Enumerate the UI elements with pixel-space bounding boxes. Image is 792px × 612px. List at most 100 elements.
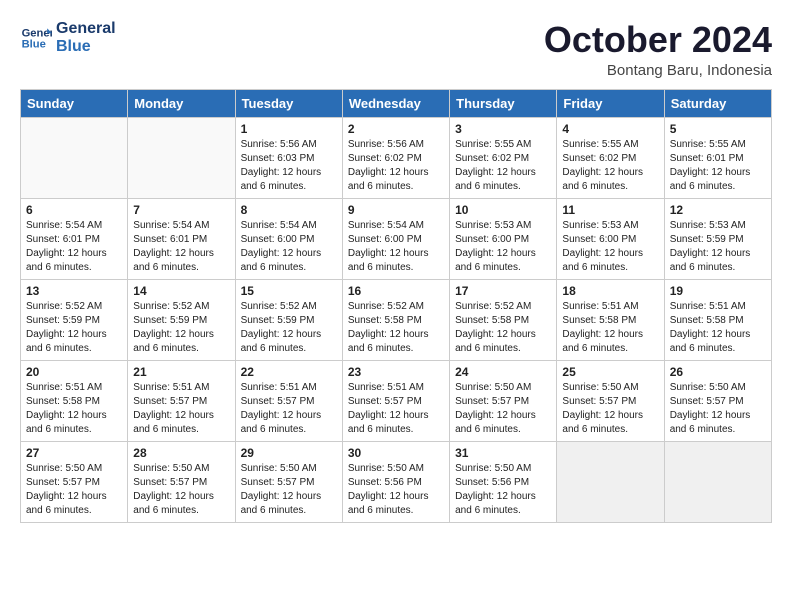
calendar-cell: 16 Sunrise: 5:52 AMSunset: 5:58 PMDayligh… [342,279,449,360]
day-number: 19 [670,284,766,298]
header: General Blue General Blue October 2024 B… [20,20,772,79]
cell-text: Sunrise: 5:50 AMSunset: 5:56 PMDaylight:… [348,462,444,518]
cell-text: Sunrise: 5:50 AMSunset: 5:57 PMDaylight:… [562,381,658,437]
day-number: 15 [241,284,337,298]
day-number: 29 [241,446,337,460]
cell-text: Sunrise: 5:50 AMSunset: 5:57 PMDaylight:… [133,462,229,518]
calendar-cell: 28 Sunrise: 5:50 AMSunset: 5:57 PMDayligh… [128,441,235,522]
calendar-cell: 24 Sunrise: 5:50 AMSunset: 5:57 PMDayligh… [450,360,557,441]
day-header-wednesday: Wednesday [342,89,449,117]
calendar-cell: 5Sunrise: 5:55 AMSunset: 6:01 PMDaylight… [664,117,771,198]
cell-text: Sunrise: 5:50 AMSunset: 5:57 PMDaylight:… [241,462,337,518]
day-header-friday: Friday [557,89,664,117]
cell-text: Sunrise: 5:54 AMSunset: 6:01 PMDaylight:… [26,219,122,275]
cell-text: Sunrise: 5:56 AMSunset: 6:03 PMDaylight:… [241,138,337,194]
calendar-cell: 15Sunrise: 5:52 AMSunset: 5:59 PMDayligh… [235,279,342,360]
day-number: 24 [455,365,551,379]
month-title: October 2024 [544,20,772,60]
cell-text: Sunrise: 5:55 AMSunset: 6:02 PMDaylight:… [562,138,658,194]
day-number: 27 [26,446,122,460]
cell-text: Sunrise: 5:52 AMSunset: 5:59 PMDaylight:… [133,300,229,356]
cell-text: Sunrise: 5:51 AMSunset: 5:58 PMDaylight:… [26,381,122,437]
day-number: 7 [133,203,229,217]
cell-text: Sunrise: 5:53 AMSunset: 6:00 PMDaylight:… [455,219,551,275]
calendar-cell: 9Sunrise: 5:54 AMSunset: 6:00 PMDaylight… [342,198,449,279]
day-number: 11 [562,203,658,217]
day-number: 28 [133,446,229,460]
calendar-cell: 23 Sunrise: 5:51 AMSunset: 5:57 PMDayligh… [342,360,449,441]
logo: General Blue General Blue [20,20,116,55]
calendar-cell: 19 Sunrise: 5:51 AMSunset: 5:58 PMDayligh… [664,279,771,360]
calendar-cell: 7 Sunrise: 5:54 AMSunset: 6:01 PMDaylight… [128,198,235,279]
calendar-cell [128,117,235,198]
cell-text: Sunrise: 5:50 AMSunset: 5:57 PMDaylight:… [455,381,551,437]
day-number: 10 [455,203,551,217]
cell-text: Sunrise: 5:51 AMSunset: 5:58 PMDaylight:… [670,300,766,356]
calendar-cell: 1Sunrise: 5:56 AMSunset: 6:03 PMDaylight… [235,117,342,198]
calendar-cell: 2Sunrise: 5:56 AMSunset: 6:02 PMDaylight… [342,117,449,198]
cell-text: Sunrise: 5:54 AMSunset: 6:00 PMDaylight:… [241,219,337,275]
cell-text: Sunrise: 5:55 AMSunset: 6:01 PMDaylight:… [670,138,766,194]
day-number: 17 [455,284,551,298]
day-number: 20 [26,365,122,379]
week-row-5: 27 Sunrise: 5:50 AMSunset: 5:57 PMDayligh… [21,441,772,522]
calendar-cell: 6 Sunrise: 5:54 AMSunset: 6:01 PMDaylight… [21,198,128,279]
week-row-1: 1Sunrise: 5:56 AMSunset: 6:03 PMDaylight… [21,117,772,198]
cell-text: Sunrise: 5:53 AMSunset: 6:00 PMDaylight:… [562,219,658,275]
cell-text: Sunrise: 5:51 AMSunset: 5:57 PMDaylight:… [348,381,444,437]
week-row-3: 13 Sunrise: 5:52 AMSunset: 5:59 PMDayligh… [21,279,772,360]
calendar-cell: 14 Sunrise: 5:52 AMSunset: 5:59 PMDayligh… [128,279,235,360]
day-number: 23 [348,365,444,379]
cell-text: Sunrise: 5:54 AMSunset: 6:00 PMDaylight:… [348,219,444,275]
day-number: 22 [241,365,337,379]
calendar-cell: 22Sunrise: 5:51 AMSunset: 5:57 PMDayligh… [235,360,342,441]
calendar-cell [21,117,128,198]
calendar-cell: 27Sunrise: 5:50 AMSunset: 5:57 PMDayligh… [21,441,128,522]
calendar-cell: 20 Sunrise: 5:51 AMSunset: 5:58 PMDayligh… [21,360,128,441]
calendar-cell: 18 Sunrise: 5:51 AMSunset: 5:58 PMDayligh… [557,279,664,360]
logo-icon: General Blue [20,22,52,54]
day-header-tuesday: Tuesday [235,89,342,117]
calendar-cell [557,441,664,522]
day-number: 13 [26,284,122,298]
logo-blue: Blue [56,38,116,56]
calendar-cell: 8Sunrise: 5:54 AMSunset: 6:00 PMDaylight… [235,198,342,279]
day-number: 3 [455,122,551,136]
calendar-table: SundayMondayTuesdayWednesdayThursdayFrid… [20,89,772,523]
calendar-cell: 17 Sunrise: 5:52 AMSunset: 5:58 PMDayligh… [450,279,557,360]
cell-text: Sunrise: 5:50 AMSunset: 5:57 PMDaylight:… [670,381,766,437]
cell-text: Sunrise: 5:53 AMSunset: 5:59 PMDaylight:… [670,219,766,275]
day-number: 31 [455,446,551,460]
day-header-monday: Monday [128,89,235,117]
day-number: 26 [670,365,766,379]
calendar-cell: 13Sunrise: 5:52 AMSunset: 5:59 PMDayligh… [21,279,128,360]
day-number: 14 [133,284,229,298]
calendar-cell: 12Sunrise: 5:53 AMSunset: 5:59 PMDayligh… [664,198,771,279]
day-number: 21 [133,365,229,379]
cell-text: Sunrise: 5:52 AMSunset: 5:58 PMDaylight:… [348,300,444,356]
calendar-cell: 31 Sunrise: 5:50 AMSunset: 5:56 PMDayligh… [450,441,557,522]
cell-text: Sunrise: 5:51 AMSunset: 5:58 PMDaylight:… [562,300,658,356]
day-number: 30 [348,446,444,460]
calendar-cell [664,441,771,522]
week-row-2: 6 Sunrise: 5:54 AMSunset: 6:01 PMDaylight… [21,198,772,279]
cell-text: Sunrise: 5:52 AMSunset: 5:58 PMDaylight:… [455,300,551,356]
calendar-cell: 29 Sunrise: 5:50 AMSunset: 5:57 PMDayligh… [235,441,342,522]
calendar-cell: 10 Sunrise: 5:53 AMSunset: 6:00 PMDayligh… [450,198,557,279]
day-header-thursday: Thursday [450,89,557,117]
day-number: 2 [348,122,444,136]
logo-general: General [56,20,116,38]
day-number: 6 [26,203,122,217]
subtitle: Bontang Baru, Indonesia [544,62,772,79]
calendar-cell: 3Sunrise: 5:55 AMSunset: 6:02 PMDaylight… [450,117,557,198]
day-number: 4 [562,122,658,136]
title-area: October 2024 Bontang Baru, Indonesia [544,20,772,79]
day-header-saturday: Saturday [664,89,771,117]
calendar-cell: 30 Sunrise: 5:50 AMSunset: 5:56 PMDayligh… [342,441,449,522]
cell-text: Sunrise: 5:54 AMSunset: 6:01 PMDaylight:… [133,219,229,275]
day-number: 16 [348,284,444,298]
calendar-cell: 26 Sunrise: 5:50 AMSunset: 5:57 PMDayligh… [664,360,771,441]
cell-text: Sunrise: 5:50 AMSunset: 5:56 PMDaylight:… [455,462,551,518]
svg-text:Blue: Blue [22,38,46,50]
day-number: 18 [562,284,658,298]
